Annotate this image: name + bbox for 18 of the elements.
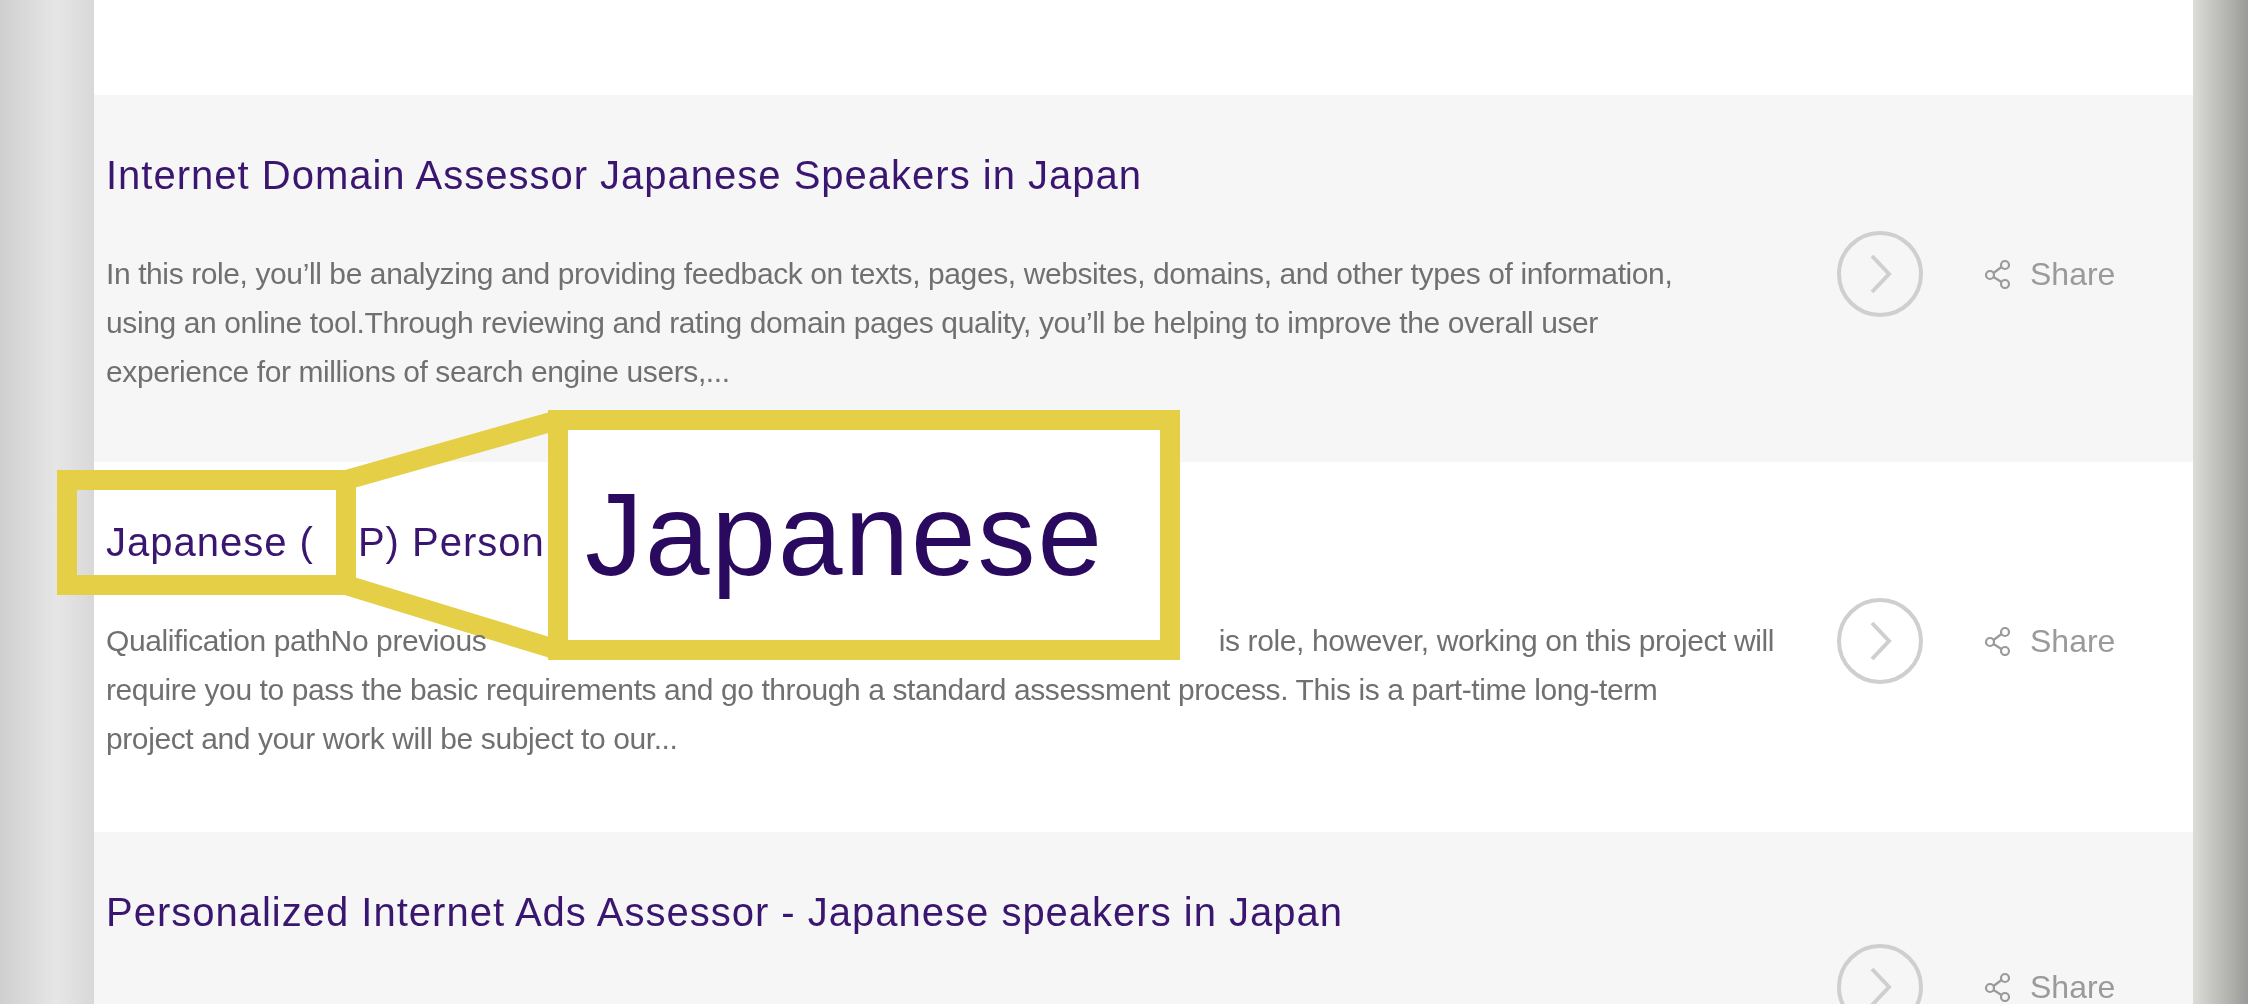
share-icon <box>1984 972 2012 1002</box>
job-description: experience for millions of search engine users,... <box>106 354 730 389</box>
magnified-text: Japanese <box>585 469 1105 602</box>
job-description: Qualification pathNo previous <box>106 623 487 658</box>
share-icon <box>1984 626 2012 656</box>
open-arrow-button[interactable] <box>1836 230 1924 318</box>
chevron-circle-icon <box>1836 230 1924 318</box>
job-description: using an online tool.Through reviewing and rating domain pages quality, you’ll be helping to improve the overall user <box>106 305 1598 340</box>
job-title[interactable]: Internet Domain Assessor Japanese Speakers in Japan <box>106 152 1143 198</box>
chevron-circle-icon <box>1836 597 1924 685</box>
job-description: In this role, you’ll be analyzing and providing feedback on texts, pages, websites, domains, and other types of information, <box>106 256 1673 291</box>
job-description: is role, however, working on this project will <box>1218 623 1774 658</box>
job-title[interactable]: P) Person <box>357 519 545 565</box>
share-icon <box>1984 259 2012 289</box>
job-description: project and your work will be subject to our... <box>106 721 678 756</box>
job-title[interactable]: Personalized Internet Ads Assessor - Japanese speakers in Japan <box>106 889 1344 935</box>
open-arrow-button[interactable] <box>1836 597 1924 685</box>
job-description: require you to pass the basic requirements and go through a standard assessment process. This is a part-time long-term <box>106 672 1658 707</box>
